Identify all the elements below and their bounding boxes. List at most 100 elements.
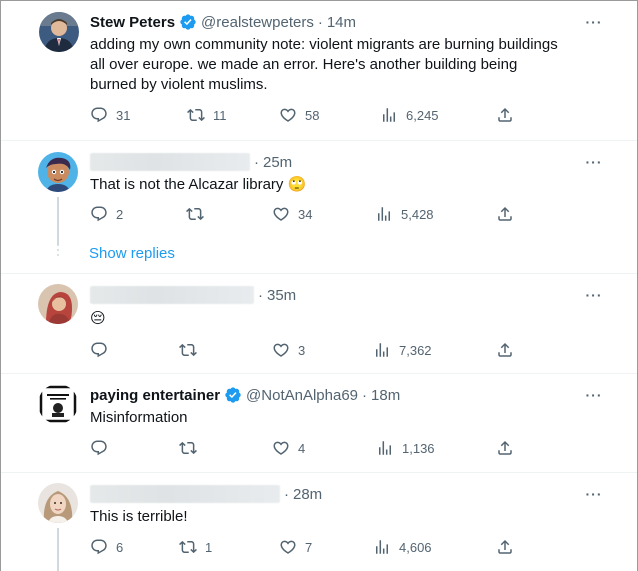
like-button[interactable]: 7 (279, 538, 312, 556)
like-count: 4 (298, 440, 306, 456)
more-icon[interactable]: ··· (584, 385, 604, 405)
tweet-1[interactable]: Stew Peters @realstewpeters · 14m ··· ad… (1, 0, 637, 140)
retweet-icon (179, 540, 197, 554)
tweet-4[interactable]: paying entertainer @NotAnAlpha69 · 18m ·… (1, 374, 637, 472)
reply-button[interactable]: 31 (90, 106, 130, 124)
reply-icon (91, 440, 107, 456)
avatar[interactable] (39, 12, 79, 52)
retweet-button[interactable] (179, 439, 197, 457)
views-icon (376, 540, 388, 554)
tweet-header: Stew Peters @realstewpeters · 14m (90, 13, 356, 31)
handle[interactable]: @realstewpeters (201, 14, 314, 31)
avatar[interactable] (38, 483, 78, 523)
reply-button[interactable] (90, 439, 108, 457)
share-button[interactable] (496, 538, 514, 556)
share-button[interactable] (496, 205, 514, 223)
like-count: 34 (298, 206, 313, 222)
tweet-2[interactable]: · 25m ··· That is not the Alcazar librar… (1, 141, 637, 273)
like-count: 3 (298, 342, 306, 358)
tweet-3[interactable]: · 35m ··· 😔 3 7,362 (1, 274, 637, 373)
views-icon (378, 207, 390, 221)
reply-count: 2 (116, 206, 124, 222)
show-replies-link[interactable]: Show replies (89, 245, 175, 262)
tweet-text-content: That is not the Alcazar library 🙄 (90, 176, 307, 193)
retweet-icon (179, 343, 197, 357)
timestamp[interactable]: 28m (293, 486, 322, 503)
tweet-text: That is not the Alcazar library 🙄 (90, 175, 560, 195)
tweet-text: 😔 (90, 309, 106, 327)
share-button[interactable] (496, 106, 514, 124)
like-icon (273, 207, 289, 221)
action-bar: 4 1,136 (90, 439, 520, 461)
timestamp[interactable]: 25m (263, 154, 292, 171)
tweet-header: paying entertainer @NotAnAlpha69 · 18m (90, 386, 400, 404)
retweet-button[interactable] (179, 341, 197, 359)
share-button[interactable] (496, 439, 514, 457)
like-button[interactable]: 3 (272, 341, 305, 359)
like-icon (273, 343, 289, 357)
avatar[interactable] (38, 152, 78, 192)
reply-icon (91, 206, 107, 222)
timestamp[interactable]: 14m (327, 14, 356, 31)
handle[interactable]: @NotAnAlpha69 (246, 387, 358, 404)
retweet-count: 1 (205, 539, 213, 555)
tweet-text: Misinformation (90, 409, 188, 426)
share-button[interactable] (496, 341, 514, 359)
tweet-text: This is terrible! (90, 508, 188, 525)
thread-line (57, 528, 59, 571)
reply-icon (91, 342, 107, 358)
more-icon[interactable]: ··· (584, 285, 604, 305)
timestamp[interactable]: 35m (267, 287, 296, 304)
action-bar: 2 34 5,428 (90, 205, 520, 227)
views-button[interactable]: 4,606 (373, 538, 432, 556)
avatar[interactable] (38, 284, 78, 324)
display-name[interactable]: paying entertainer (90, 387, 220, 404)
display-name[interactable]: Stew Peters (90, 14, 175, 31)
retweet-button[interactable]: 11 (187, 106, 227, 124)
reply-count: 6 (116, 539, 124, 555)
action-bar: 31 11 58 6,245 (90, 106, 520, 128)
views-count: 5,428 (401, 206, 434, 222)
views-button[interactable]: 6,245 (380, 106, 439, 124)
like-button[interactable]: 58 (279, 106, 319, 124)
tweet-header: · 28m (90, 485, 322, 503)
reply-button[interactable] (90, 341, 108, 359)
more-icon[interactable]: ··· (584, 484, 604, 504)
views-button[interactable]: 5,428 (375, 205, 434, 223)
tweet-header: · 35m (90, 286, 296, 304)
tweet-5[interactable]: · 28m ··· This is terrible! 6 1 7 4,606 (1, 473, 637, 571)
verified-icon (225, 387, 241, 403)
views-button[interactable]: 1,136 (376, 439, 435, 457)
like-count: 58 (305, 107, 320, 123)
separator: · (317, 13, 323, 31)
timestamp[interactable]: 18m (371, 387, 400, 404)
share-icon (498, 342, 512, 357)
like-button[interactable]: 4 (272, 439, 305, 457)
redacted-name (90, 153, 250, 171)
share-icon (498, 539, 512, 554)
reply-button[interactable]: 6 (90, 538, 123, 556)
like-icon (280, 108, 296, 122)
like-button[interactable]: 34 (272, 205, 312, 223)
retweet-icon (186, 207, 204, 221)
views-icon (379, 441, 391, 455)
redacted-name (90, 485, 280, 503)
like-icon (273, 441, 289, 455)
more-icon[interactable]: ··· (584, 152, 604, 172)
reply-count: 31 (116, 107, 131, 123)
separator: · (362, 386, 368, 404)
retweet-icon (187, 108, 205, 122)
retweet-button[interactable] (186, 205, 204, 223)
views-count: 1,136 (402, 440, 435, 456)
avatar[interactable] (38, 384, 78, 424)
more-icon[interactable]: ··· (584, 12, 604, 32)
share-icon (498, 107, 512, 122)
action-bar: 6 1 7 4,606 (90, 538, 520, 560)
reply-button[interactable]: 2 (90, 205, 123, 223)
reply-icon (91, 107, 107, 123)
views-button[interactable]: 7,362 (373, 341, 432, 359)
retweet-button[interactable]: 1 (179, 538, 212, 556)
views-icon (376, 343, 388, 357)
separator: · (258, 286, 263, 304)
thread-line (57, 197, 59, 245)
